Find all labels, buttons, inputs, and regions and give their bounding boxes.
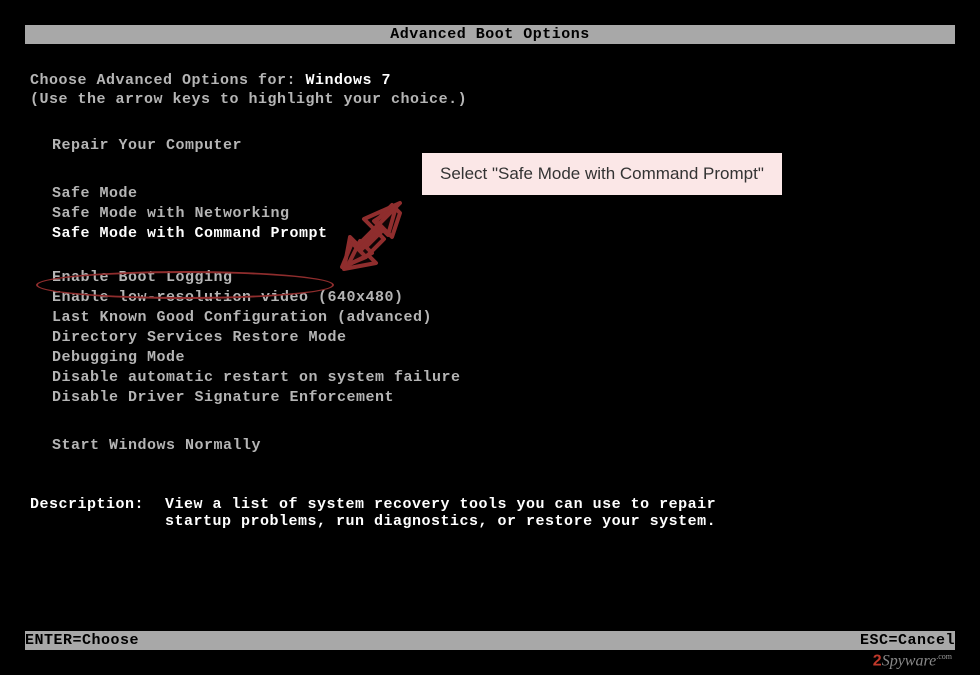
callout-text: Select "Safe Mode with Command Prompt" <box>440 164 764 183</box>
footer-bar: ENTER=Choose ESC=Cancel <box>25 631 955 650</box>
instruction-callout: Select "Safe Mode with Command Prompt" <box>422 153 782 195</box>
option-other[interactable]: Debugging Mode <box>50 348 950 368</box>
description-label: Description: <box>30 496 165 530</box>
footer-enter: ENTER=Choose <box>25 632 139 649</box>
description-line: startup problems, run diagnostics, or re… <box>165 513 950 530</box>
option-other[interactable]: Disable automatic restart on system fail… <box>50 368 950 388</box>
title-bar: Advanced Boot Options <box>25 25 955 44</box>
main-content: Choose Advanced Options for: Windows 7 (… <box>0 44 980 530</box>
watermark-name: Spyware <box>882 652 937 669</box>
hint-line: (Use the arrow keys to highlight your ch… <box>30 91 950 108</box>
option-other[interactable]: Enable low-resolution video (640x480) <box>50 288 950 308</box>
description-line: View a list of system recovery tools you… <box>165 496 950 513</box>
option-safe-mode-cmd-label: Safe Mode with Command Prompt <box>52 224 328 244</box>
prompt-prefix: Choose Advanced Options for: <box>30 72 306 89</box>
option-start-normally[interactable]: Start Windows Normally <box>50 436 950 456</box>
option-other[interactable]: Disable Driver Signature Enforcement <box>50 388 950 408</box>
footer-esc: ESC=Cancel <box>860 632 955 649</box>
watermark-suffix: .com <box>936 652 952 661</box>
prompt-line: Choose Advanced Options for: Windows 7 <box>30 72 950 89</box>
watermark: 2Spyware.com <box>873 652 952 670</box>
option-other[interactable]: Last Known Good Configuration (advanced) <box>50 308 950 328</box>
option-other[interactable]: Enable Boot Logging <box>50 268 950 288</box>
option-safe-mode-cmd[interactable]: Safe Mode with Command Prompt <box>50 224 950 244</box>
option-safe-mode-networking[interactable]: Safe Mode with Networking <box>50 204 950 224</box>
page-title: Advanced Boot Options <box>390 26 590 43</box>
os-name: Windows 7 <box>306 72 392 89</box>
option-other[interactable]: Directory Services Restore Mode <box>50 328 950 348</box>
watermark-two: 2 <box>873 652 882 669</box>
description-text: View a list of system recovery tools you… <box>165 496 950 530</box>
description-block: Description: View a list of system recov… <box>30 496 950 530</box>
